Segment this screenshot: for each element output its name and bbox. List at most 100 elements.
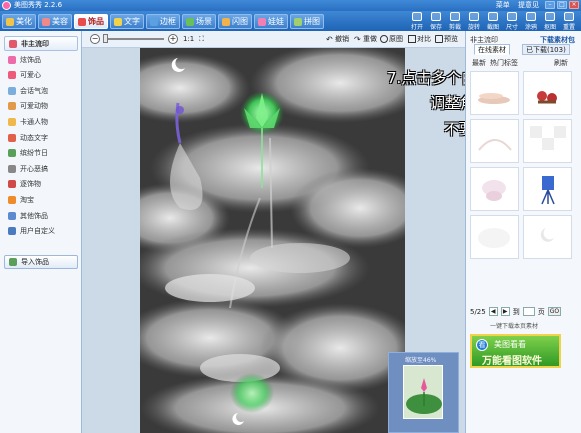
material-thumb-art [540,228,554,242]
preview-icon [435,35,443,43]
tab-online-materials[interactable]: 在线素材 [474,44,510,55]
edit-toolbar: − + 1:1 ⛶ ↶ 撤销 ↷ 重做 原图 对比 预览 [82,31,465,48]
sidebar-item-animated-text[interactable]: 动态文字 [4,130,78,145]
screenshot-button[interactable]: 截图 [485,12,501,31]
material-pager: 5/25 ◀ ▶ 到 页 GO [470,306,580,317]
animated-text-icon [8,133,16,142]
material-thumb[interactable] [470,215,519,259]
maximize-button[interactable]: □ [557,1,567,9]
next-page-button[interactable]: ▶ [500,307,510,316]
material-panel: 非主流印 下载素材包 在线素材 已下载(103) 最新 热门标签 刷新 5/25… [465,31,581,433]
animal-icon [8,101,16,110]
user-icon [8,226,16,235]
sidebar-item-taobao[interactable]: 淘宝 [4,192,78,207]
compare-button[interactable]: 对比 [417,34,431,44]
crop-button[interactable]: 剪裁 [447,12,463,31]
undo-button[interactable]: 撤销 [335,34,349,44]
preview-button[interactable]: 预览 [444,34,458,44]
tab-face[interactable]: 美容 [38,14,72,29]
material-thumb-art [478,93,510,104]
material-thumb[interactable] [470,167,519,211]
navigator-zoom-label: 缩放至46% [405,357,437,364]
sidebar-item-festivals[interactable]: 缤纷节日 [4,145,78,160]
page-suffix-label: 页 [537,307,545,316]
open-button[interactable]: 打开 [409,12,425,31]
material-thumb[interactable] [523,167,572,211]
page-number-input[interactable] [522,307,535,316]
minimize-button[interactable]: – [545,1,555,9]
taobao-icon [8,195,16,204]
zoom-slider-track[interactable] [104,38,164,40]
material-thumb-art [478,139,512,151]
tab-downloaded-materials[interactable]: 已下载(103) [522,44,570,55]
sidebar-item-hearts[interactable]: 可爱心 [4,67,78,82]
sidebar-item-custom[interactable]: 用户自定义 [4,223,78,238]
category-sidebar: 非主流印 炫饰品 可爱心 会话气泡 可爱动物 卡通人物 动态文字 缤纷节日 开心… [0,31,82,433]
sidebar-item-funny[interactable]: 开心恶搞 [4,161,78,176]
close-button[interactable]: × [569,1,579,9]
cutout-button[interactable]: 抠图 [542,12,558,31]
sidebar-item-bling[interactable]: 炫饰品 [4,52,78,67]
file-tools: 打开 保存 剪裁 旋转 截图 尺寸 涂鸦 抠图 重置 [409,12,577,31]
goto-label: 到 [512,307,520,316]
redo-button[interactable]: 重做 [363,34,377,44]
tab-collage[interactable]: 拼图 [290,14,324,29]
original-button[interactable]: 原图 [389,34,403,44]
original-icon [380,35,388,43]
title-menus: 菜单 提意见 [490,1,539,10]
fit-window-icon[interactable]: ⛶ [199,34,204,44]
tab-scene[interactable]: 场景 [182,14,216,29]
other-icon [8,211,16,220]
filter-latest[interactable]: 最新 [472,58,486,68]
reset-button[interactable]: 重置 [561,12,577,31]
ad-banner[interactable]: 看 美图看看 万能看图软件 [470,334,561,368]
material-thumb[interactable] [523,215,572,259]
zoom-slider-thumb[interactable] [103,34,108,43]
brush-icon [526,12,536,21]
save-button[interactable]: 保存 [428,12,444,31]
material-thumb[interactable] [470,71,519,115]
navigator-panel[interactable]: 缩放至46% [388,352,459,433]
material-thumb-art [478,228,510,248]
navigator-thumbnail[interactable] [403,365,443,419]
edited-photo[interactable] [140,48,405,433]
sidebar-item-mainstream-stamp[interactable]: 非主流印 [4,36,78,51]
tab-flash[interactable]: 闪图 [218,14,252,29]
zoom-in-button[interactable]: + [168,34,178,44]
tab-text[interactable]: 文字 [110,14,144,29]
sidebar-item-props[interactable]: 逐饰物 [4,176,78,191]
rotate-button[interactable]: 旋转 [466,12,482,31]
download-page-link[interactable]: 一键下载本页素材 [490,321,538,330]
save-icon [431,12,441,21]
sidebar-item-speech-bubbles[interactable]: 会话气泡 [4,83,78,98]
window-title: 美图秀秀 2.2.6 [14,1,63,9]
refresh-button[interactable]: 刷新 [554,58,568,68]
material-thumb[interactable] [523,119,572,163]
screenshot-icon [488,12,498,21]
sidebar-item-other[interactable]: 其他饰品 [4,208,78,223]
menu-main[interactable]: 菜单 [496,1,510,9]
tab-frame[interactable]: 边框 [146,14,180,29]
doodle-button[interactable]: 涂鸦 [523,12,539,31]
sidebar-item-animals[interactable]: 可爱动物 [4,98,78,113]
material-thumb[interactable] [470,119,519,163]
zoom-out-button[interactable]: − [90,34,100,44]
ad-line-1: 美图看看 [494,340,526,349]
tab-doll[interactable]: 娃娃 [254,14,288,29]
app-icon [2,1,11,10]
tab-beautify[interactable]: 美化 [2,14,36,29]
funny-icon [8,164,16,173]
menu-feedback[interactable]: 提意见 [518,1,539,9]
scene-icon [186,17,194,26]
go-button[interactable]: GO [547,307,562,316]
material-thumb[interactable] [523,71,572,115]
prev-page-button[interactable]: ◀ [488,307,498,316]
import-icon [9,258,17,266]
tab-decorations[interactable]: 饰品 [74,14,108,29]
filter-popular-tags[interactable]: 热门标签 [490,58,518,68]
actual-size-button[interactable]: 1:1 [183,34,194,44]
resize-button[interactable]: 尺寸 [504,12,520,31]
sidebar-item-cartoon[interactable]: 卡通人物 [4,114,78,129]
import-decoration-button[interactable]: 导入饰品 [4,255,78,269]
page-indicator: 5/25 [470,307,486,316]
